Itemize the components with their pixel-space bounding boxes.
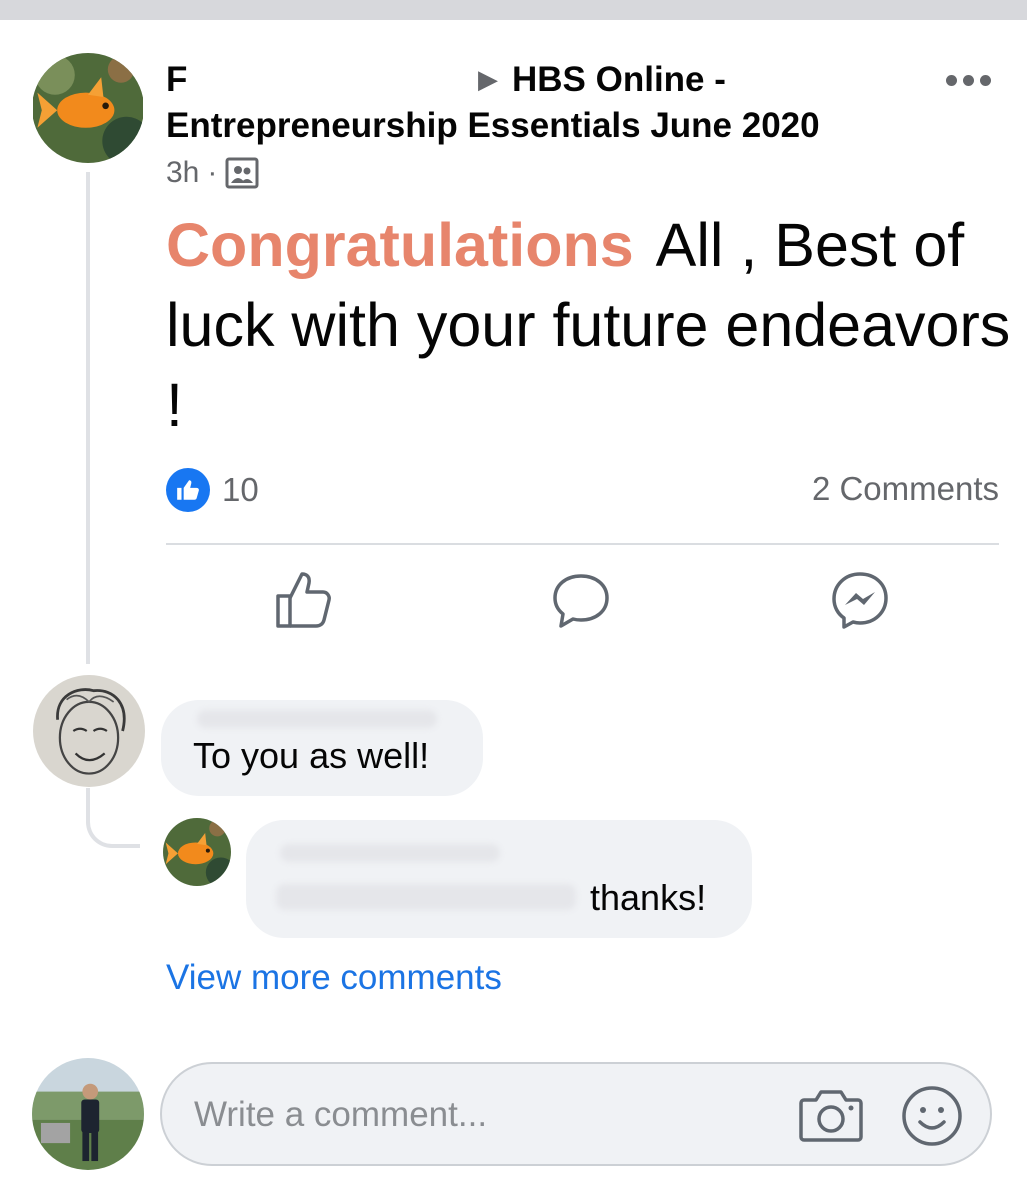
group-icon: [225, 157, 259, 189]
messenger-share-button[interactable]: [828, 568, 892, 632]
dot-icon: [945, 74, 957, 86]
speech-bubble-icon: [553, 574, 609, 628]
camera-button[interactable]: [798, 1084, 864, 1146]
reply-author-name[interactable]: [280, 844, 500, 862]
commenter-name[interactable]: [197, 710, 437, 728]
comment-button[interactable]: [549, 568, 613, 632]
comment-composer[interactable]: [160, 1062, 992, 1166]
comments-count-link[interactable]: 2 Comments: [812, 470, 999, 508]
commenter-avatar[interactable]: [33, 675, 145, 787]
dot-icon: [962, 74, 974, 86]
thread-line: [86, 172, 90, 664]
smiley-icon: [902, 1086, 962, 1146]
more-options-button[interactable]: [940, 62, 996, 98]
post-highlight-text: Congratulations: [166, 211, 634, 279]
post-body: Congratulations All , Best of luck with y…: [166, 205, 1016, 445]
arrow-right-icon: ▶: [478, 64, 498, 94]
mentioned-name[interactable]: [276, 884, 576, 910]
dot-icon: [979, 74, 991, 86]
like-button[interactable]: [272, 568, 336, 632]
divider: [166, 543, 999, 545]
reactions-summary[interactable]: 10: [166, 468, 259, 512]
view-more-comments-link[interactable]: View more comments: [166, 958, 502, 998]
like-reaction-icon: [166, 468, 210, 512]
author-name[interactable]: F: [166, 57, 478, 103]
comment-input[interactable]: [192, 1088, 756, 1142]
reply-author-avatar[interactable]: [163, 818, 231, 886]
current-user-avatar[interactable]: [32, 1058, 144, 1170]
messenger-icon: [832, 572, 888, 629]
comment-text: To you as well!: [193, 735, 430, 776]
reply-thread-line: [86, 788, 140, 848]
top-status-bar: [0, 0, 1027, 20]
emoji-button[interactable]: [900, 1084, 964, 1148]
meta-separator: ·: [207, 156, 218, 189]
like-count: 10: [222, 471, 259, 508]
camera-icon: [799, 1090, 863, 1142]
reply-text: thanks!: [590, 877, 707, 918]
author-avatar[interactable]: [32, 53, 144, 163]
post-meta: 3h ·: [166, 156, 259, 190]
thumbs-up-icon: [276, 572, 331, 628]
post-header: F ▶ HBS Online - Entrepreneurship Essentia…: [166, 56, 926, 149]
post-time[interactable]: 3h: [166, 156, 199, 190]
